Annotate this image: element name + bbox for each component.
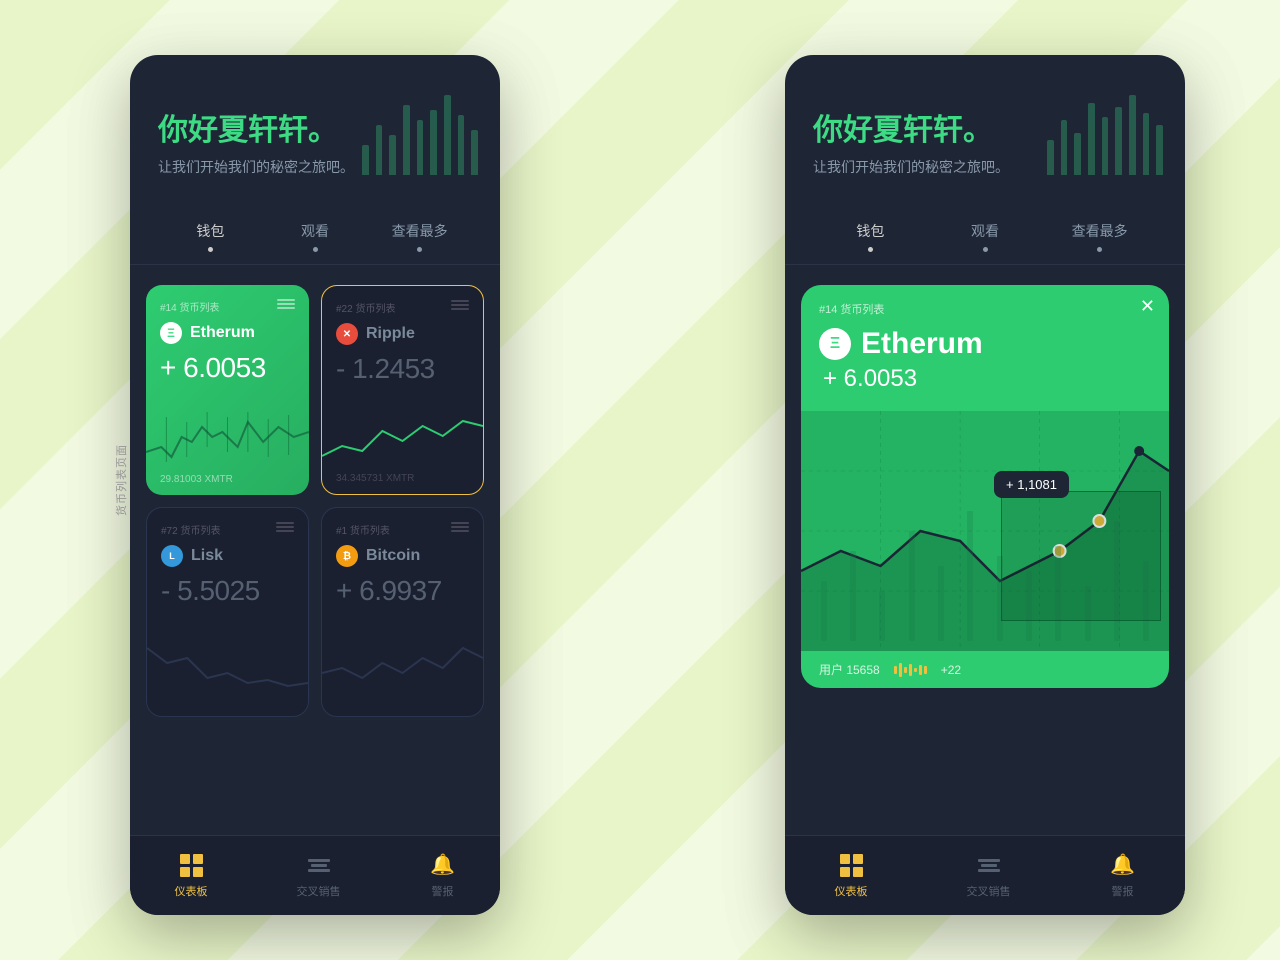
detail-chart-area: + 1,1081 [801, 411, 1169, 651]
lisk-name: Lisk [191, 547, 223, 565]
card-btc-tag: #1 货币列表 [336, 522, 469, 537]
card-btc-coinrow: ₿ Bitcoin [336, 545, 469, 567]
header-bg-chart [360, 95, 480, 185]
btc-name: Bitcoin [366, 547, 420, 565]
detail-card-tag: #14 货币列表 [819, 301, 1151, 317]
card-eth[interactable]: #14 货币列表 Ξ Etherum + 6.0053 29.81 [146, 285, 309, 495]
card-eth-menu[interactable] [277, 299, 295, 309]
nav-bell-left[interactable]: 🔔 警报 [430, 852, 456, 899]
card-btc-menu[interactable] [451, 522, 469, 532]
eth-icon: Ξ [160, 322, 182, 344]
detail-card-header: #14 货币列表 ✕ Ξ Etherum + 6.0053 [801, 285, 1169, 411]
card-btc[interactable]: #1 货币列表 ₿ Bitcoin + 6.9937 [321, 507, 484, 717]
nav-crosssell-right[interactable]: 交叉销售 [967, 852, 1011, 899]
phone-left: 你好夏轩轩。 让我们开始我们的秘密之旅吧。 钱包 观看 查看最多 #14 货币列… [130, 55, 500, 915]
chart-tooltip: + 1,1081 [994, 471, 1069, 498]
tab-top-right[interactable]: 查看最多 [1042, 221, 1157, 264]
card-eth-coinrow: Ξ Etherum [160, 322, 295, 344]
btc-icon: ₿ [336, 545, 358, 567]
right-header-bg-chart [1045, 95, 1165, 185]
nav-crosssell-left[interactable]: 交叉销售 [297, 852, 341, 899]
detail-coin-row: Ξ Etherum [819, 327, 1151, 361]
bell-icon-right: 🔔 [1110, 855, 1135, 875]
xrp-name: Ripple [366, 325, 415, 343]
detail-card[interactable]: #14 货币列表 ✕ Ξ Etherum + 6.0053 [801, 285, 1169, 688]
cards-grid-left: #14 货币列表 Ξ Etherum + 6.0053 29.81 [130, 285, 500, 717]
tab-wallet-right[interactable]: 钱包 [813, 221, 928, 264]
candle-container [801, 411, 1169, 651]
card-xrp-tag: #22 货币列表 [336, 300, 469, 315]
xrp-value: - 1.2453 [336, 353, 469, 385]
right-header: 你好夏轩轩。 让我们开始我们的秘密之旅吧。 [785, 55, 1185, 221]
detail-footer: 用户 15658 +22 [801, 651, 1169, 688]
lisk-icon: L [161, 545, 183, 567]
nav-dashboard-label-left: 仪表板 [175, 883, 208, 899]
detail-coin-name: Etherum [861, 327, 983, 361]
crosssell-icon-right [978, 859, 1000, 872]
detail-value: + 6.0053 [819, 365, 1151, 393]
card-lisk-menu[interactable] [276, 522, 294, 532]
nav-bell-label-right: 警报 [1112, 883, 1134, 899]
detail-eth-icon: Ξ [819, 328, 851, 360]
detail-footer-change: +22 [941, 663, 961, 677]
card-xrp-menu[interactable] [451, 300, 469, 310]
xrp-icon: ✕ [336, 323, 358, 345]
right-bottom-nav: 仪表板 交叉销售 🔔 警报 [785, 835, 1185, 915]
eth-mini-chart [146, 407, 309, 467]
bell-icon-left: 🔔 [430, 855, 455, 875]
detail-footer-users: 用户 15658 [819, 661, 880, 678]
card-lisk[interactable]: #72 货币列表 L Lisk - 5.5025 [146, 507, 309, 717]
nav-crosssell-label-left: 交叉销售 [297, 883, 341, 899]
detail-close-button[interactable]: ✕ [1140, 297, 1155, 315]
dashboard-icon-right [840, 854, 863, 877]
right-tabs: 钱包 观看 查看最多 [785, 221, 1185, 265]
detail-footer-wave [894, 663, 927, 677]
card-lisk-coinrow: L Lisk [161, 545, 294, 567]
nav-dashboard-label-right: 仪表板 [835, 883, 868, 899]
lisk-value: - 5.5025 [161, 575, 294, 607]
tab-watch-right[interactable]: 观看 [928, 221, 1043, 264]
nav-dashboard-right[interactable]: 仪表板 [835, 852, 868, 899]
nav-bell-right[interactable]: 🔔 警报 [1110, 852, 1136, 899]
xrp-footer: 34.345731 XMTR [336, 473, 414, 484]
card-xrp-coinrow: ✕ Ripple [336, 323, 469, 345]
btc-value: + 6.9937 [336, 575, 469, 607]
card-eth-tag: #14 货币列表 [160, 299, 295, 314]
dashboard-icon-left [180, 854, 203, 877]
left-header: 你好夏轩轩。 让我们开始我们的秘密之旅吧。 [130, 55, 500, 221]
left-tabs: 钱包 观看 查看最多 [130, 221, 500, 265]
btc-mini-chart [322, 628, 483, 688]
side-label-left: 货币列表页面 [113, 444, 129, 516]
eth-value: + 6.0053 [160, 352, 295, 384]
card-xrp[interactable]: #22 货币列表 ✕ Ripple - 1.2453 34.345731 XMT… [321, 285, 484, 495]
xrp-mini-chart [322, 406, 483, 466]
nav-dashboard-left[interactable]: 仪表板 [175, 852, 208, 899]
nav-bell-label-left: 警报 [432, 883, 454, 899]
tab-top-left[interactable]: 查看最多 [367, 221, 472, 264]
eth-footer: 29.81003 XMTR [160, 474, 233, 485]
phone-right: 你好夏轩轩。 让我们开始我们的秘密之旅吧。 钱包 观看 查看最多 #14 货币列… [785, 55, 1185, 915]
lisk-mini-chart [147, 628, 308, 688]
card-lisk-tag: #72 货币列表 [161, 522, 294, 537]
left-bottom-nav: 仪表板 交叉销售 🔔 警报 [130, 835, 500, 915]
tab-watch-left[interactable]: 观看 [263, 221, 368, 264]
nav-crosssell-label-right: 交叉销售 [967, 883, 1011, 899]
crosssell-icon-left [308, 859, 330, 872]
tab-wallet-left[interactable]: 钱包 [158, 221, 263, 264]
eth-name: Etherum [190, 324, 255, 342]
